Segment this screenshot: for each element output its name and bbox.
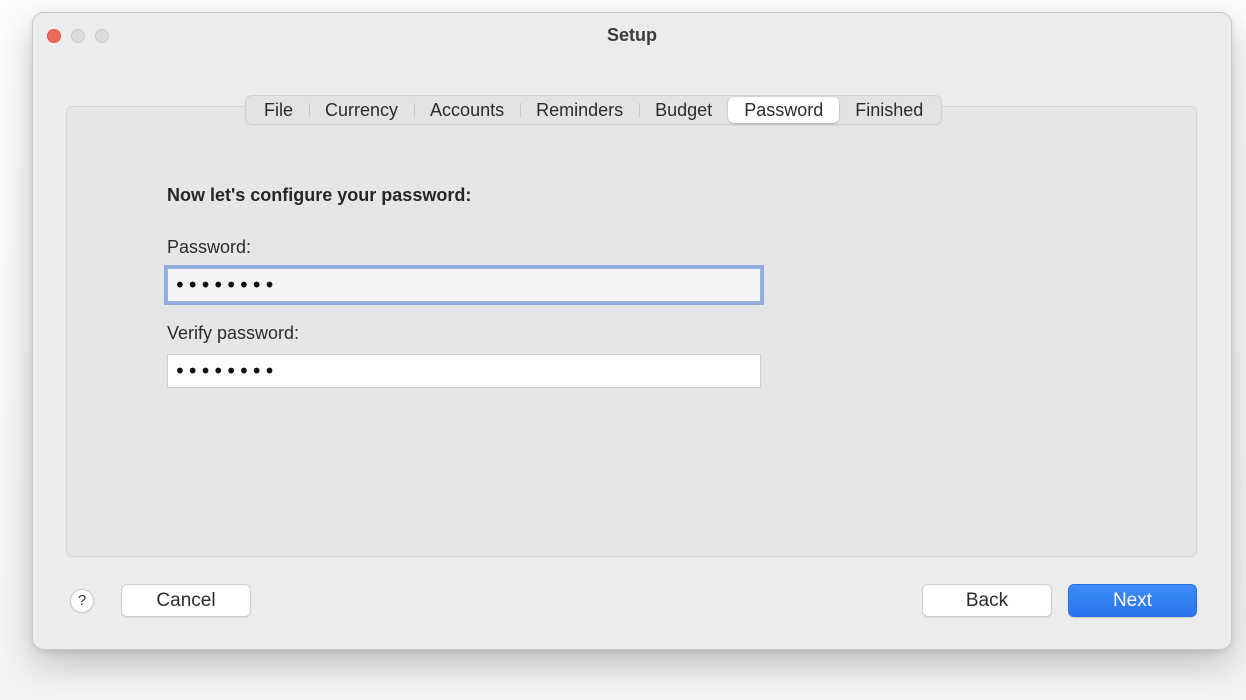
verify-password-field[interactable]: •••••••• [167, 354, 761, 388]
tab-budget[interactable]: Budget [639, 97, 728, 123]
help-button[interactable]: ? [70, 589, 94, 613]
page-heading: Now let's configure your password: [167, 185, 472, 205]
verify-password-label: Verify password: [167, 323, 300, 343]
tab-password[interactable]: Password [728, 97, 840, 123]
tab-file[interactable]: File [248, 97, 309, 123]
tab-bar: File Currency Accounts Reminders Budget … [245, 95, 943, 125]
password-label: Password: [167, 237, 252, 257]
setup-window: Setup File Currency Accounts Reminders B… [32, 12, 1232, 650]
back-button[interactable]: Back [922, 584, 1052, 617]
window-title: Setup [606, 25, 657, 45]
password-field[interactable]: •••••••• [167, 268, 761, 302]
cancel-button[interactable]: Cancel [121, 584, 251, 617]
next-button[interactable]: Next [1068, 584, 1197, 617]
tab-finished[interactable]: Finished [839, 97, 939, 123]
tab-accounts[interactable]: Accounts [414, 97, 520, 123]
title-bar: Setup [33, 13, 1231, 59]
tab-currency[interactable]: Currency [309, 97, 414, 123]
tab-reminders[interactable]: Reminders [520, 97, 639, 123]
